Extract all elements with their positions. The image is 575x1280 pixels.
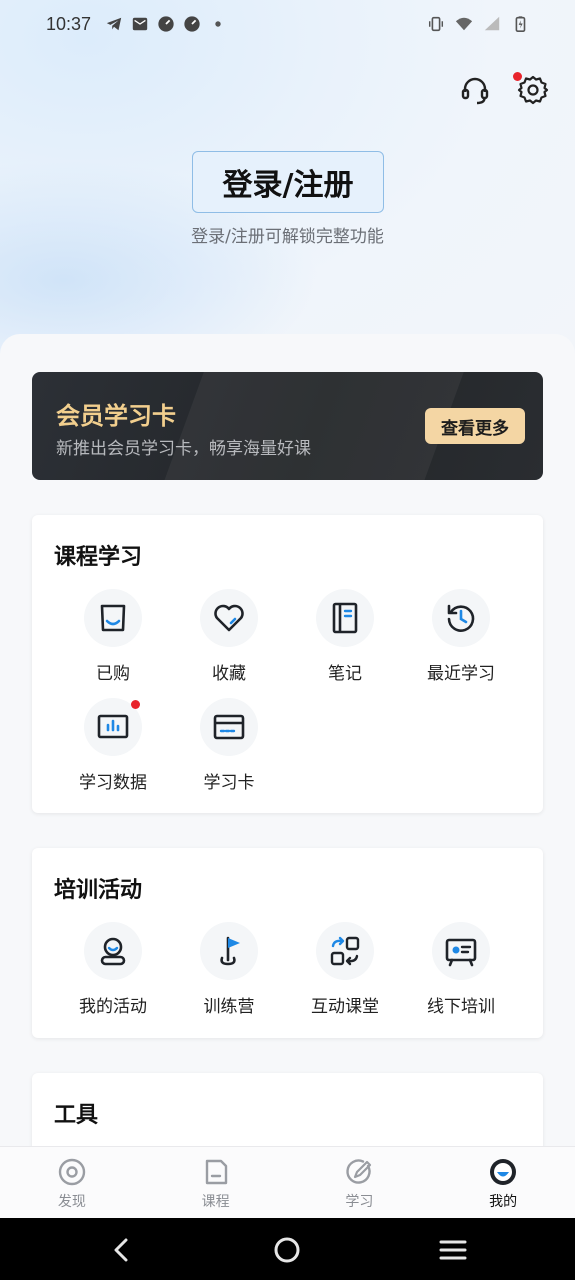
recent-learning-item[interactable]: 最近学习 [403,589,519,684]
signal-icon [483,15,501,33]
my-activities-item[interactable]: 我的活动 [55,922,171,1017]
mail-icon [131,15,149,33]
card-icon [213,714,245,740]
profile-icon [490,1159,517,1185]
notebook-icon [332,602,358,634]
nav-discover[interactable]: 发现 [0,1147,144,1218]
view-more-button[interactable]: 查看更多 [425,408,525,444]
offline-training-item[interactable]: 线下培训 [403,922,519,1017]
grid-label: 训练营 [203,997,255,1017]
nav-label: 发现 [57,1194,86,1210]
section-title: 课程学习 [54,545,143,570]
status-bar: 10:37 [0,0,575,48]
vibrate-icon [427,15,445,33]
course-learning-section: 课程学习 已购 收藏 笔记 最近学习 学习数据 学习卡 [32,515,543,813]
gear-icon [517,75,549,105]
discover-icon [58,1158,86,1186]
back-icon[interactable] [106,1234,138,1266]
battery-icon [511,15,529,33]
nav-label: 学习 [345,1194,374,1210]
favorites-item[interactable]: 收藏 [171,589,287,684]
history-icon [447,604,475,632]
section-title: 培训活动 [54,878,143,903]
section-title: 工具 [54,1103,99,1128]
chart-board-icon [97,714,129,739]
nav-course[interactable]: 课程 [144,1147,288,1218]
login-subtitle: 登录/注册可解锁完整功能 [191,227,384,247]
grid-label: 学习数据 [79,773,147,793]
system-navigation-bar [0,1218,575,1280]
bag-icon [100,604,126,632]
settings-notification-dot [513,72,522,81]
customer-service-button[interactable] [459,74,491,106]
study-icon [346,1159,372,1184]
vip-card-subtitle: 新推出会员学习卡，畅享海量好课 [56,439,311,459]
grid-label: 收藏 [212,664,246,684]
telegram-icon [105,15,123,33]
study-card-item[interactable]: 学习卡 [171,698,287,793]
gauge-icon [157,15,175,33]
purchased-item[interactable]: 已购 [55,589,171,684]
more-dot-icon [209,15,227,33]
heart-icon [214,604,244,632]
interactive-class-icon [330,936,360,966]
grid-label: 互动课堂 [311,997,379,1017]
training-activities-section: 培训活动 我的活动 训练营 互动课堂 线下培训 [32,848,543,1038]
vip-membership-card[interactable]: 会员学习卡 新推出会员学习卡，畅享海量好课 查看更多 [32,372,543,480]
course-icon [205,1159,227,1185]
interactive-class-item[interactable]: 互动课堂 [287,922,403,1017]
offline-training-icon [445,938,477,967]
learning-data-notification-dot [131,700,140,709]
bottom-navigation: 发现 课程 学习 我的 [0,1146,575,1218]
grid-label: 已购 [96,664,130,684]
vip-card-title: 会员学习卡 [56,402,176,430]
status-time: 10:37 [46,13,92,34]
grid-label: 学习卡 [203,773,255,793]
nav-study[interactable]: 学习 [288,1147,432,1218]
headset-icon [461,77,489,105]
nav-label: 课程 [201,1194,230,1210]
grid-label: 我的活动 [79,997,147,1017]
gauge-icon [183,15,201,33]
nav-label: 我的 [489,1194,518,1210]
grid-label: 笔记 [328,664,362,684]
login-register-button[interactable]: 登录/注册 [192,151,384,213]
nav-profile[interactable]: 我的 [431,1147,575,1218]
settings-button[interactable] [513,72,549,106]
grid-label: 线下培训 [427,997,495,1017]
wifi-icon [455,15,473,33]
menu-icon[interactable] [437,1234,469,1266]
header-actions [459,72,549,106]
flag-icon [220,936,240,966]
training-camp-item[interactable]: 训练营 [171,922,287,1017]
user-activity-icon [100,937,126,966]
grid-label: 最近学习 [427,664,495,684]
learning-data-item[interactable]: 学习数据 [55,698,171,793]
home-icon[interactable] [271,1234,303,1266]
notes-item[interactable]: 笔记 [287,589,403,684]
